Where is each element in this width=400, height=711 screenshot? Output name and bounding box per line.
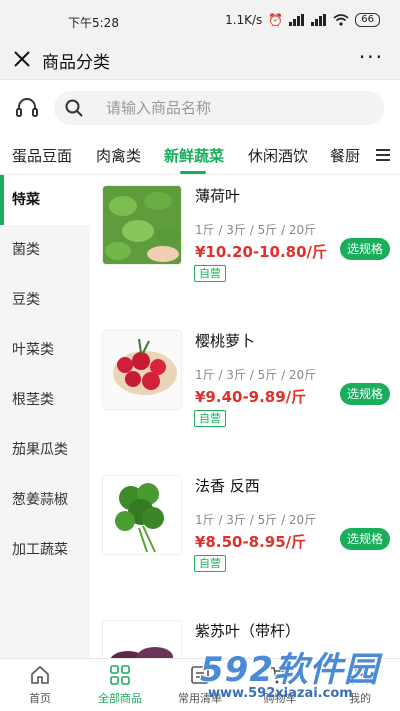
nav-all-products[interactable]: 全部商品: [80, 659, 160, 711]
sidebar-item-leafy[interactable]: 叶菜类: [0, 325, 90, 375]
nav-home[interactable]: 首页: [0, 659, 80, 711]
bottom-nav: 首页 全部商品 常用清单 购物车 我的: [0, 658, 400, 711]
page-title: 商品分类: [42, 53, 110, 73]
sidebar-item-processed[interactable]: 加工蔬菜: [0, 525, 90, 575]
product-image-mint[interactable]: [102, 185, 182, 265]
product-name[interactable]: 樱桃萝卜: [195, 330, 255, 351]
product-list: 薄荷叶 1斤 / 3斤 / 5斤 / 20斤 ¥10.20-10.80/斤 自营…: [90, 175, 400, 658]
sidebar-item-beans[interactable]: 豆类: [0, 275, 90, 325]
nav-common-list[interactable]: 常用清单: [160, 659, 240, 711]
status-bar: 下午5:28 1.1K/s ⏰ 66: [0, 0, 400, 40]
product-specs: 1斤 / 3斤 / 5斤 / 20斤: [195, 223, 317, 237]
product-item[interactable]: 紫苏叶（带杆）: [90, 610, 400, 658]
tab-fresh-vegetables[interactable]: 新鲜蔬菜: [164, 145, 224, 166]
self-operated-badge: 自营: [194, 265, 226, 282]
signal-icon: [289, 14, 305, 26]
product-item[interactable]: 樱桃萝卜 1斤 / 3斤 / 5斤 / 20斤 ¥9.40-9.89/斤 自营 …: [90, 320, 400, 440]
product-image-parsley[interactable]: [102, 475, 182, 555]
product-price: ¥10.20-10.80/斤: [195, 243, 328, 261]
product-image-radish[interactable]: [102, 330, 182, 410]
select-spec-button[interactable]: 选规格: [340, 528, 390, 550]
self-operated-badge: 自营: [194, 555, 226, 572]
product-specs: 1斤 / 3斤 / 5斤 / 20斤: [195, 368, 317, 382]
self-operated-badge: 自营: [194, 410, 226, 427]
headset-icon[interactable]: [14, 95, 40, 121]
home-icon: [31, 665, 49, 684]
tab-kitchen[interactable]: 餐厨: [330, 145, 360, 166]
battery-indicator: 66: [355, 13, 380, 27]
alarm-icon: ⏰: [268, 13, 284, 27]
sidebar-item-root[interactable]: 根茎类: [0, 375, 90, 425]
product-item[interactable]: 薄荷叶 1斤 / 3斤 / 5斤 / 20斤 ¥10.20-10.80/斤 自营…: [90, 175, 400, 295]
status-time: 下午5:28: [68, 16, 119, 30]
user-icon: [351, 666, 369, 685]
title-bar: 商品分类 ···: [0, 40, 400, 80]
search-icon: [65, 99, 83, 117]
close-icon[interactable]: [12, 49, 32, 69]
product-name[interactable]: 紫苏叶（带杆）: [195, 620, 300, 641]
signal-icon-2: [311, 14, 327, 26]
product-price: ¥9.40-9.89/斤: [195, 388, 307, 406]
product-name[interactable]: 法香 反西: [195, 475, 260, 496]
tab-meat-poultry[interactable]: 肉禽类: [96, 145, 141, 166]
select-spec-button[interactable]: 选规格: [340, 238, 390, 260]
status-icons: 1.1K/s ⏰ 66: [225, 13, 380, 27]
grid-icon: [110, 665, 130, 685]
product-name[interactable]: 薄荷叶: [195, 185, 240, 206]
nav-all-products-label: 全部商品: [98, 692, 142, 705]
sidebar-item-mushrooms[interactable]: 菌类: [0, 225, 90, 275]
product-item[interactable]: 法香 反西 1斤 / 3斤 / 5斤 / 20斤 ¥8.50-8.95/斤 自营…: [90, 465, 400, 585]
search-box[interactable]: [54, 91, 384, 125]
sidebar-item-special[interactable]: 特菜: [0, 175, 90, 225]
nav-cart-label: 购物车: [263, 692, 297, 705]
product-specs: 1斤 / 3斤 / 5斤 / 20斤: [195, 513, 317, 527]
tab-eggs-tofu[interactable]: 蛋品豆面: [12, 145, 72, 166]
sidebar-item-onion-garlic[interactable]: 葱姜蒜椒: [0, 475, 90, 525]
product-image-perilla[interactable]: [102, 620, 182, 658]
nav-common-list-label: 常用清单: [178, 692, 222, 705]
nav-mine-label: 我的: [349, 692, 371, 705]
tabs-menu-icon[interactable]: [366, 135, 400, 174]
cart-icon: [271, 667, 290, 684]
sidebar-item-fruit-veg[interactable]: 茄果瓜类: [0, 425, 90, 475]
nav-mine[interactable]: 我的: [320, 659, 400, 711]
tab-snacks-drinks[interactable]: 休闲酒饮: [248, 145, 308, 166]
list-icon: [191, 666, 209, 684]
network-speed: 1.1K/s: [225, 13, 263, 27]
product-price: ¥8.50-8.95/斤: [195, 533, 307, 551]
subcategory-sidebar: 特菜 菌类 豆类 叶菜类 根茎类 茄果瓜类 葱姜蒜椒 加工蔬菜: [0, 175, 90, 658]
nav-home-label: 首页: [29, 692, 51, 705]
category-tabs: 蛋品豆面 肉禽类 新鲜蔬菜 休闲酒饮 餐厨: [0, 135, 400, 175]
search-input[interactable]: [106, 91, 366, 125]
select-spec-button[interactable]: 选规格: [340, 383, 390, 405]
search-row: [0, 81, 400, 135]
active-tab-indicator: [180, 171, 206, 174]
wifi-icon: [333, 14, 349, 26]
more-options-icon[interactable]: ···: [359, 47, 384, 67]
nav-cart[interactable]: 购物车: [240, 659, 320, 711]
